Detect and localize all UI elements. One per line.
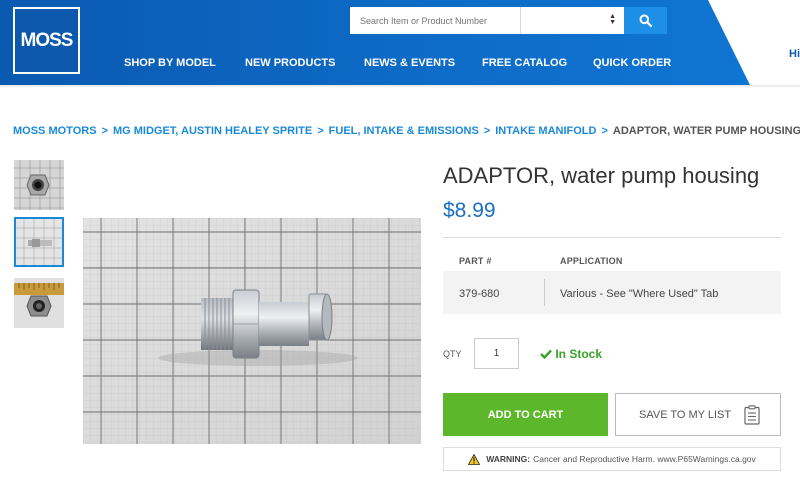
product-title: ADAPTOR, water pump housing xyxy=(443,163,760,188)
breadcrumb-separator: > xyxy=(483,125,491,137)
stock-status-text: In Stock xyxy=(555,347,603,361)
save-to-list-label: SAVE TO MY LIST xyxy=(639,408,732,421)
thumbnail-image xyxy=(16,219,62,265)
save-to-list-button[interactable]: SAVE TO MY LIST xyxy=(615,393,781,436)
header-shadow xyxy=(0,85,800,88)
breadcrumb-fuel-intake[interactable]: FUEL, INTAKE & EMISSIONS xyxy=(329,125,479,137)
nav-quick-order[interactable]: QUICK ORDER xyxy=(593,57,671,69)
product-photo xyxy=(83,218,421,444)
main-product-image[interactable] xyxy=(83,218,421,444)
nav-shop-by-model[interactable]: SHOP BY MODEL xyxy=(124,57,216,69)
product-thumbnail-1[interactable] xyxy=(14,160,64,210)
breadcrumb-moss-motors[interactable]: MOSS MOTORS xyxy=(13,125,97,137)
breadcrumb-mg-midget[interactable]: MG MIDGET, AUSTIN HEALEY SPRITE xyxy=(113,125,312,137)
account-greeting[interactable]: Hi xyxy=(789,48,800,60)
site-header: MOSS ▲▼ SHOP BY MODEL NEW PRODUCTS NEWS … xyxy=(0,0,800,85)
search-category-select[interactable]: ▲ ▼ xyxy=(520,7,624,34)
breadcrumb-intake-manifold[interactable]: INTAKE MANIFOLD xyxy=(495,125,596,137)
nav-new-products[interactable]: NEW PRODUCTS xyxy=(245,57,335,69)
quantity-input[interactable]: 1 xyxy=(474,338,519,369)
clipboard-list-icon xyxy=(744,405,760,425)
logo-text: MOSS xyxy=(20,29,74,51)
warning-triangle-icon xyxy=(468,453,481,465)
application-header: APPLICATION xyxy=(560,256,623,266)
part-number-header: PART # xyxy=(459,256,492,266)
product-thumbnail-3[interactable] xyxy=(14,278,64,328)
moss-logo[interactable]: MOSS xyxy=(13,7,80,74)
checkmark-icon xyxy=(540,349,552,360)
breadcrumb: MOSS MOTORS > MG MIDGET, AUSTIN HEALEY SPR… xyxy=(13,125,800,137)
part-number-value: 379-680 xyxy=(459,288,500,300)
warning-label: WARNING: xyxy=(486,454,531,464)
breadcrumb-current: ADAPTOR, WATER PUMP HOUSING xyxy=(612,125,800,137)
breadcrumb-separator: > xyxy=(317,125,324,137)
application-value: Various - See "Where Used" Tab xyxy=(560,288,719,300)
warning-text: Cancer and Reproductive Harm. www.P65War… xyxy=(533,454,756,464)
select-arrows-icon: ▲ ▼ xyxy=(609,13,616,26)
stock-status: In Stock xyxy=(540,347,602,361)
search-input[interactable] xyxy=(350,7,520,34)
add-to-cart-button[interactable]: ADD TO CART xyxy=(443,393,608,436)
nav-free-catalog[interactable]: FREE CATALOG xyxy=(482,57,567,69)
prop65-warning: WARNING: Cancer and Reproductive Harm. w… xyxy=(443,447,781,471)
thumbnail-image xyxy=(14,278,64,328)
search-bar: ▲▼ xyxy=(350,7,667,34)
search-button[interactable] xyxy=(624,7,667,34)
breadcrumb-separator: > xyxy=(101,125,108,137)
divider xyxy=(443,237,781,238)
product-price: $8.99 xyxy=(443,199,496,222)
product-thumbnail-2[interactable] xyxy=(14,217,64,267)
nav-news-events[interactable]: NEWS & EVENTS xyxy=(364,57,455,69)
column-divider xyxy=(544,279,545,306)
breadcrumb-separator: > xyxy=(601,125,608,137)
qty-label: QTY xyxy=(443,349,462,359)
thumbnail-image xyxy=(14,160,64,210)
search-icon xyxy=(639,14,652,27)
